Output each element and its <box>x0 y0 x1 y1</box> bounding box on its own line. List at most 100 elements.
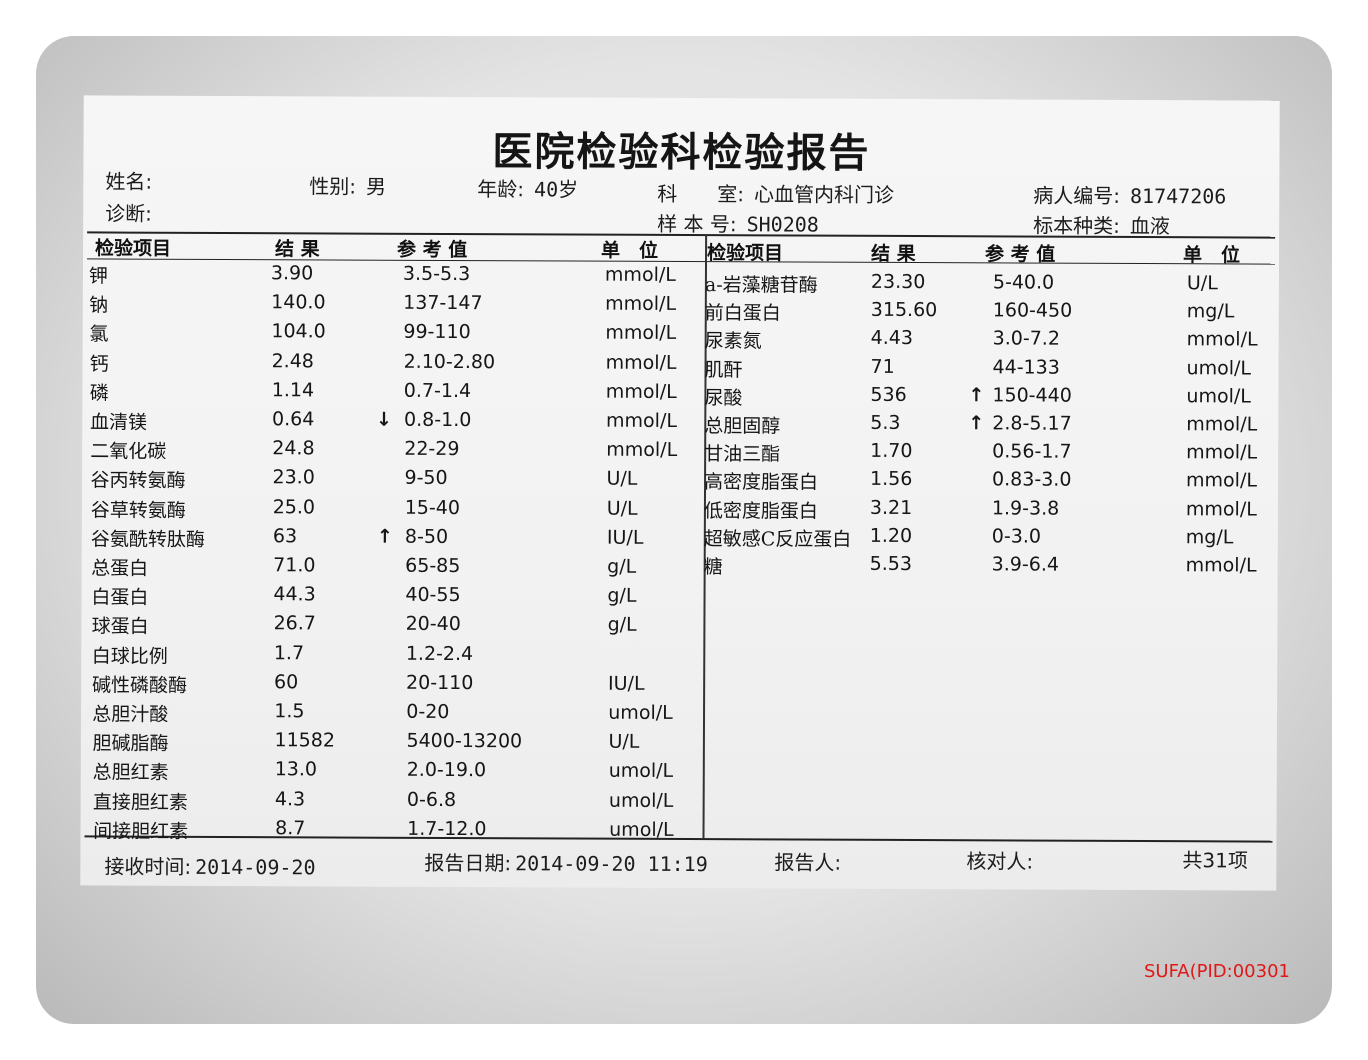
patient-id-value: 81747206 <box>1129 183 1227 209</box>
reference-range: 99-110 <box>403 321 471 344</box>
unit-label: U/L <box>608 730 640 754</box>
sample-type-label: 标本种类: <box>1033 213 1120 238</box>
result-value: 71.0 <box>273 554 316 577</box>
result-value: 104.0 <box>271 320 326 343</box>
reference-range: 0.83-3.0 <box>992 468 1072 492</box>
item-name: 胆碱脂酶 <box>92 732 169 755</box>
reference-range: 2.0-19.0 <box>406 759 487 782</box>
reference-range: 0.7-1.4 <box>403 379 472 402</box>
reference-range: 9-50 <box>404 467 448 490</box>
reference-range: 20-40 <box>405 613 461 636</box>
reference-range: 15-40 <box>404 496 460 519</box>
unit-label: mmol/L <box>1186 441 1258 464</box>
department-field: 科 室: 心血管内科门诊 <box>657 178 894 208</box>
sex-value: 男 <box>366 174 387 199</box>
item-name: 前白蛋白 <box>704 302 781 325</box>
sample-type-value: 血液 <box>1129 213 1170 239</box>
right-col-result-header: 结 果 <box>870 242 916 266</box>
unit-label: U/L <box>606 497 638 520</box>
item-name: 总胆固醇 <box>704 415 781 438</box>
unit-label: umol/L <box>609 818 674 841</box>
result-value: 23.0 <box>272 466 315 489</box>
sample-no-label: 样 本 号: <box>657 211 737 237</box>
table-header-rule <box>87 258 1276 265</box>
item-name: 血清镁 <box>90 411 148 434</box>
unit-label: umol/L <box>608 789 674 812</box>
result-value: 1.14 <box>271 379 315 402</box>
item-name: 谷草转氨酶 <box>90 499 186 522</box>
reference-range: 40-55 <box>405 583 461 607</box>
result-value: 536 <box>870 383 907 406</box>
result-value: 4.3 <box>274 787 306 810</box>
received-time-label: 接收时间: <box>104 854 192 879</box>
unit-label: umol/L <box>1186 385 1251 408</box>
reference-range: 65-85 <box>405 554 461 578</box>
received-time-field: 接收时间: 2014-09-20 <box>104 850 315 880</box>
unit-label: g/L <box>607 584 637 607</box>
reference-range: 3.0-7.2 <box>992 327 1061 351</box>
unit-label: mmol/L <box>606 438 678 462</box>
item-name: 超敏感C反应蛋白 <box>703 527 852 551</box>
result-value: 24.8 <box>272 437 315 460</box>
department-value: 心血管内科门诊 <box>754 182 895 207</box>
item-name: 白蛋白 <box>91 586 149 609</box>
unit-label: mg/L <box>1186 300 1235 323</box>
age-value: 40岁 <box>534 177 579 202</box>
abnormal-flag: ↓ <box>376 408 393 431</box>
reference-range: 137-147 <box>403 291 483 315</box>
unit-label: umol/L <box>1186 356 1252 380</box>
result-value: 5.3 <box>870 411 901 434</box>
unit-label: IU/L <box>606 526 644 549</box>
item-name: 低密度脂蛋白 <box>703 499 818 523</box>
reference-range: 22-29 <box>404 437 460 461</box>
reference-range: 44-133 <box>992 355 1060 379</box>
result-value: 4.43 <box>870 327 914 350</box>
unit-label: mmol/L <box>1186 413 1258 436</box>
reference-range: 0-6.8 <box>406 788 457 811</box>
abnormal-flag: ↑ <box>376 525 393 548</box>
reference-range: 160-450 <box>992 299 1073 322</box>
unit-label: mmol/L <box>606 409 678 432</box>
result-value: 5.53 <box>869 552 913 576</box>
unit-label: mmol/L <box>605 351 677 374</box>
diagnosis-label: 诊断: <box>105 201 153 226</box>
result-value: 3.21 <box>869 496 913 519</box>
patient-name-label: 姓名: <box>105 169 153 194</box>
sex-label: 性别: <box>309 174 357 199</box>
unit-label: mmol/L <box>1185 554 1257 577</box>
report-date-field: 报告日期: 2014-09-20 11:19 <box>424 847 708 877</box>
result-value: 3.90 <box>270 262 314 285</box>
reference-range: 2.8-5.17 <box>992 412 1072 435</box>
report-title: 医院检验科检验报告 <box>492 128 871 177</box>
result-value: 11582 <box>274 729 336 752</box>
item-name: 钙 <box>89 353 109 376</box>
result-value: 1.20 <box>869 524 913 547</box>
right-col-reference-header: 参 考 值 <box>984 243 1056 266</box>
unit-label: g/L <box>607 614 637 637</box>
item-name: 谷丙转氨酶 <box>90 469 186 493</box>
result-value: 1.70 <box>870 440 913 463</box>
item-name: 总胆红素 <box>92 761 169 785</box>
unit-label: mmol/L <box>605 292 677 316</box>
item-name: 甘油三酯 <box>704 443 781 466</box>
item-name: 高密度脂蛋白 <box>703 471 819 494</box>
result-value: 2.48 <box>271 349 314 372</box>
item-name: 总蛋白 <box>91 557 149 580</box>
item-name: a-岩藻糖苷酶 <box>704 274 818 297</box>
reference-range: 1.2-2.4 <box>405 642 474 665</box>
reference-range: 3.9-6.4 <box>991 553 1060 576</box>
item-name: 直接胆红素 <box>92 791 189 814</box>
result-value: 23.30 <box>870 270 926 294</box>
left-col-reference-header: 参 考 值 <box>397 238 468 262</box>
item-name: 间接胆红素 <box>93 820 189 843</box>
item-name: 谷氨酰转肽酶 <box>90 528 205 551</box>
left-col-item-header: 检验项目 <box>95 237 172 260</box>
item-name: 钾 <box>88 265 109 288</box>
patient-id-label: 病人编号: <box>1033 183 1121 208</box>
result-value: 26.7 <box>273 612 316 635</box>
reference-range: 8-50 <box>404 525 449 548</box>
right-results-table: a-岩藻糖苷酶 23.30 5-40.0 U/L 前白蛋白 315.60 160-450 mg… <box>84 95 1280 578</box>
total-items-count: 共31项 <box>1182 848 1248 873</box>
abnormal-flag: ↑ <box>968 384 985 407</box>
item-name: 二氧化碳 <box>90 440 167 463</box>
